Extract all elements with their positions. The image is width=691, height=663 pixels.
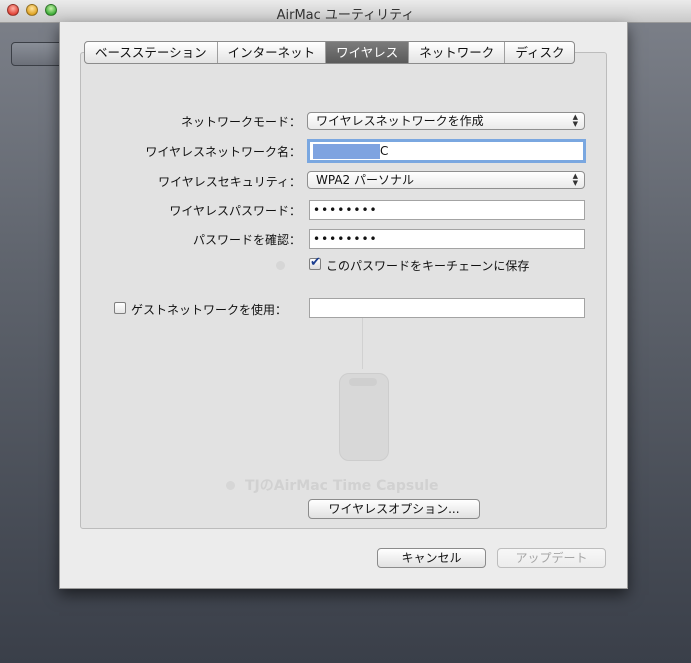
- background-button: [11, 42, 63, 66]
- window-title: AirMac ユーティリティ: [276, 8, 415, 23]
- popup-arrows-icon: ▲ ▼: [572, 172, 578, 187]
- confirm-password-label: パスワードを確認：: [192, 233, 301, 247]
- time-capsule-device-icon: [339, 373, 389, 461]
- device-caption: TJのAirMac Time Capsule: [245, 478, 439, 494]
- wireless-panel: TJのAirMac Time Capsule ネットワークモード： ワイヤレスネ…: [80, 52, 607, 529]
- security-value: WPA2 パーソナル: [316, 173, 414, 187]
- settings-sheet: ベースステーション インターネット ワイヤレス ネットワーク ディスク TJのA…: [59, 22, 628, 589]
- guest-network-checkbox[interactable]: [114, 302, 126, 314]
- password-field[interactable]: ••••••••: [309, 200, 585, 220]
- update-button[interactable]: アップデート: [497, 548, 606, 568]
- network-mode-value: ワイヤレスネットワークを作成: [316, 114, 484, 128]
- save-keychain-label: このパスワードをキーチェーンに保存: [326, 259, 530, 273]
- confirm-password-field[interactable]: ••••••••: [309, 229, 585, 249]
- network-name-field[interactable]: C: [307, 139, 586, 163]
- guest-network-field[interactable]: [309, 298, 585, 318]
- security-popup[interactable]: WPA2 パーソナル ▲ ▼: [307, 171, 585, 189]
- guest-network-label: ゲストネットワークを使用：: [131, 303, 288, 317]
- tab-disk[interactable]: ディスク: [505, 42, 574, 63]
- ghost-status-dot: [276, 261, 285, 270]
- network-name-value: C: [380, 144, 389, 158]
- password-label: ワイヤレスパスワード：: [169, 204, 301, 218]
- tab-wireless[interactable]: ワイヤレス: [326, 42, 410, 63]
- network-mode-popup[interactable]: ワイヤレスネットワークを作成 ▲ ▼: [307, 112, 585, 130]
- popup-arrows-icon: ▲ ▼: [572, 113, 578, 128]
- time-capsule-device-top-icon: [349, 378, 377, 386]
- network-mode-label: ネットワークモード：: [180, 115, 301, 129]
- tab-network[interactable]: ネットワーク: [409, 42, 506, 63]
- wireless-options-button[interactable]: ワイヤレスオプション...: [308, 499, 480, 519]
- ghost-device-status-dot: [226, 481, 235, 490]
- save-keychain-checkbox[interactable]: ✔: [309, 255, 321, 270]
- network-name-label: ワイヤレスネットワーク名：: [145, 145, 301, 159]
- window-titlebar: AirMac ユーティリティ: [0, 0, 691, 23]
- tab-bar: ベースステーション インターネット ワイヤレス ネットワーク ディスク: [84, 41, 576, 64]
- checkmark-icon: ✔: [310, 255, 321, 270]
- security-label: ワイヤレスセキュリティ：: [158, 175, 301, 189]
- tab-base-station[interactable]: ベースステーション: [85, 42, 218, 63]
- tab-internet[interactable]: インターネット: [218, 42, 327, 63]
- confirm-password-value: ••••••••: [313, 232, 378, 246]
- cancel-button[interactable]: キャンセル: [377, 548, 486, 568]
- password-value: ••••••••: [313, 203, 378, 217]
- network-name-selection: [313, 144, 380, 159]
